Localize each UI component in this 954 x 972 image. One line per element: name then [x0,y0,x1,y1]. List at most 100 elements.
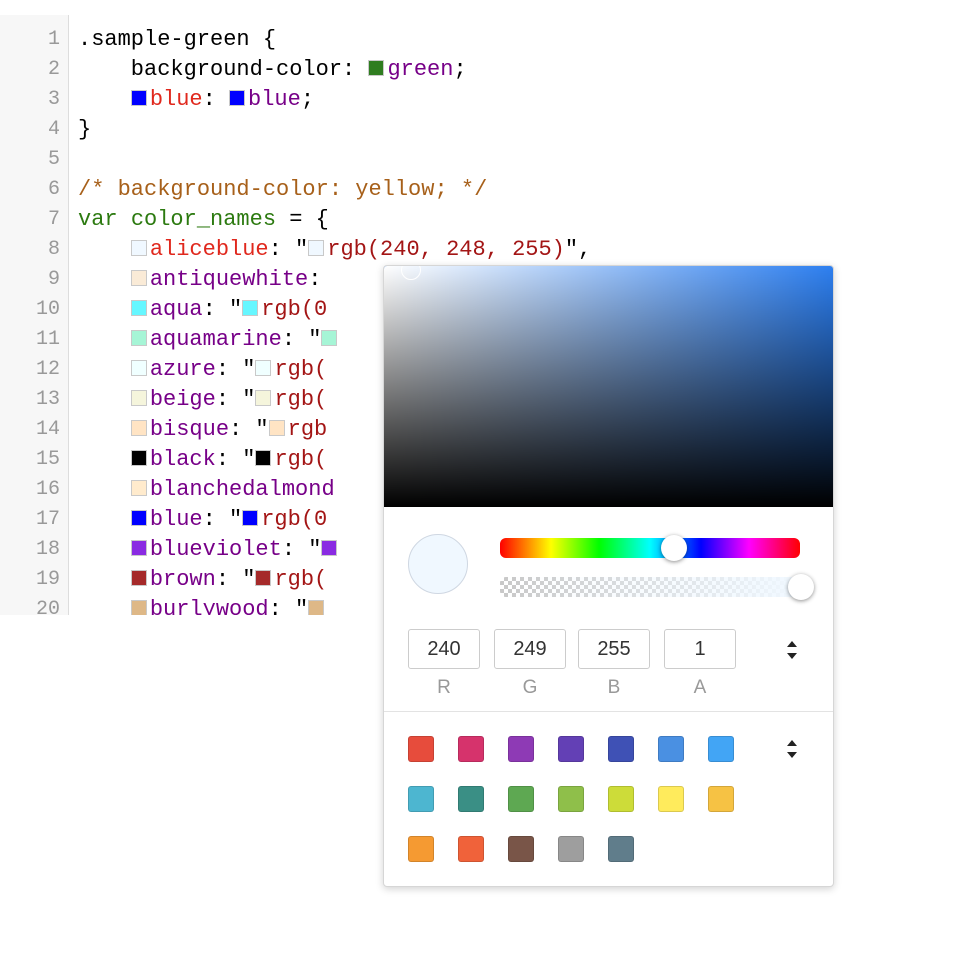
color-swatch[interactable] [130,300,147,316]
code-line[interactable]: 8 aliceblue: " rgb(240, 248, 255)", [0,235,954,265]
preset-color-swatch[interactable] [458,736,484,762]
code-line[interactable]: 4} [0,115,954,145]
color-picker-popup[interactable]: 240 249 255 1 R G B A [383,265,834,887]
preset-color-swatch[interactable] [458,836,484,862]
color-swatch[interactable] [130,570,147,586]
code-token: : " [281,537,322,562]
color-swatch[interactable] [308,240,325,256]
code-token: : " [268,237,309,262]
preset-color-swatch[interactable] [558,736,584,762]
color-swatch[interactable] [255,450,272,466]
color-swatch[interactable] [130,90,147,106]
code-line[interactable]: 7 var color_names = { [0,205,954,235]
color-swatch-fill [369,61,384,75]
code-token: blueviolet [149,537,282,562]
code-line[interactable]: 5 [0,145,954,175]
preset-color-swatch[interactable] [558,786,584,812]
code-line[interactable]: 1 .sample-green { [0,25,954,55]
color-swatch[interactable] [130,330,147,346]
code-token: rgb [287,417,328,442]
hue-slider[interactable] [500,538,800,558]
color-swatch[interactable] [130,240,147,256]
code-line[interactable]: 3 blue: blue; [0,85,954,115]
line-number: 4 [47,118,60,141]
color-swatch[interactable] [130,450,147,466]
preset-color-swatch[interactable] [458,786,484,812]
color-swatch-fill [131,361,146,375]
color-swatch[interactable] [130,360,147,376]
preset-color-swatch[interactable] [608,836,634,862]
alpha-slider[interactable] [500,577,800,597]
code-token: background-color: [78,57,369,82]
code-token: : " [281,327,322,352]
color-swatch-fill [256,451,271,465]
alpha-slider-thumb[interactable] [788,574,814,600]
color-swatch-fill [131,451,146,465]
color-swatch[interactable] [130,480,147,496]
code-line[interactable]: 2 background-color: green; [0,55,954,85]
color-swatch-fill [256,361,271,375]
color-swatch[interactable] [130,420,147,436]
color-swatch[interactable] [255,360,272,376]
preset-color-swatch[interactable] [708,786,734,812]
color-swatch[interactable] [321,540,338,556]
code-token: rgb( [274,447,328,472]
preset-color-swatch[interactable] [558,836,584,862]
code-text: burlywood: " [78,595,327,615]
color-swatch[interactable] [130,270,147,286]
hue-slider-thumb[interactable] [661,535,687,561]
code-token: blue [248,87,301,112]
code-token: ", [564,237,592,262]
preset-color-swatch[interactable] [708,736,734,762]
color-swatch[interactable] [130,600,147,615]
line-number: 17 [35,508,60,531]
alpha-input[interactable]: 1 [664,629,736,669]
code-text: var color_names = { [78,205,329,235]
preset-color-swatch[interactable] [658,736,684,762]
color-swatch[interactable] [242,510,259,526]
red-input[interactable]: 240 [408,629,480,669]
code-token: ; [300,87,315,112]
preset-color-swatch[interactable] [408,836,434,862]
color-swatch[interactable] [130,540,147,556]
code-line[interactable]: 6 /* background-color: yellow; */ [0,175,954,205]
color-swatch[interactable] [255,570,272,586]
code-token: : " [202,297,243,322]
preset-color-swatch[interactable] [608,786,634,812]
color-mode-toggle-button[interactable] [782,638,802,662]
color-swatch[interactable] [130,510,147,526]
preset-color-swatch[interactable] [508,736,534,762]
color-swatch[interactable] [368,60,385,76]
code-text: beige: " rgb( [78,385,327,415]
line-number: 11 [35,328,60,351]
preset-color-swatch[interactable] [658,786,684,812]
blue-input[interactable]: 255 [578,629,650,669]
color-swatch[interactable] [268,420,285,436]
code-token: aliceblue [149,237,269,262]
code-token: : " [202,507,243,532]
green-input[interactable]: 249 [494,629,566,669]
saturation-value-area[interactable] [384,266,833,507]
code-token: rgb(240, 248, 255) [327,237,565,262]
color-swatch[interactable] [308,600,325,615]
preset-color-swatch[interactable] [608,736,634,762]
palette-toggle-button[interactable] [782,737,802,761]
code-text: antiquewhite: [78,265,335,295]
preset-color-swatch[interactable] [508,836,534,862]
color-swatch[interactable] [130,390,147,406]
preset-color-swatch[interactable] [408,736,434,762]
preset-color-swatch[interactable] [408,786,434,812]
color-swatch[interactable] [321,330,338,346]
color-swatch[interactable] [229,90,246,106]
code-token: rgb(0 [261,507,328,532]
color-preview-circle [408,534,468,594]
code-text: blanchedalmond [78,475,335,505]
color-swatch[interactable] [255,390,272,406]
preset-color-swatch[interactable] [508,786,534,812]
color-swatch[interactable] [242,300,259,316]
code-token: green [387,57,454,82]
